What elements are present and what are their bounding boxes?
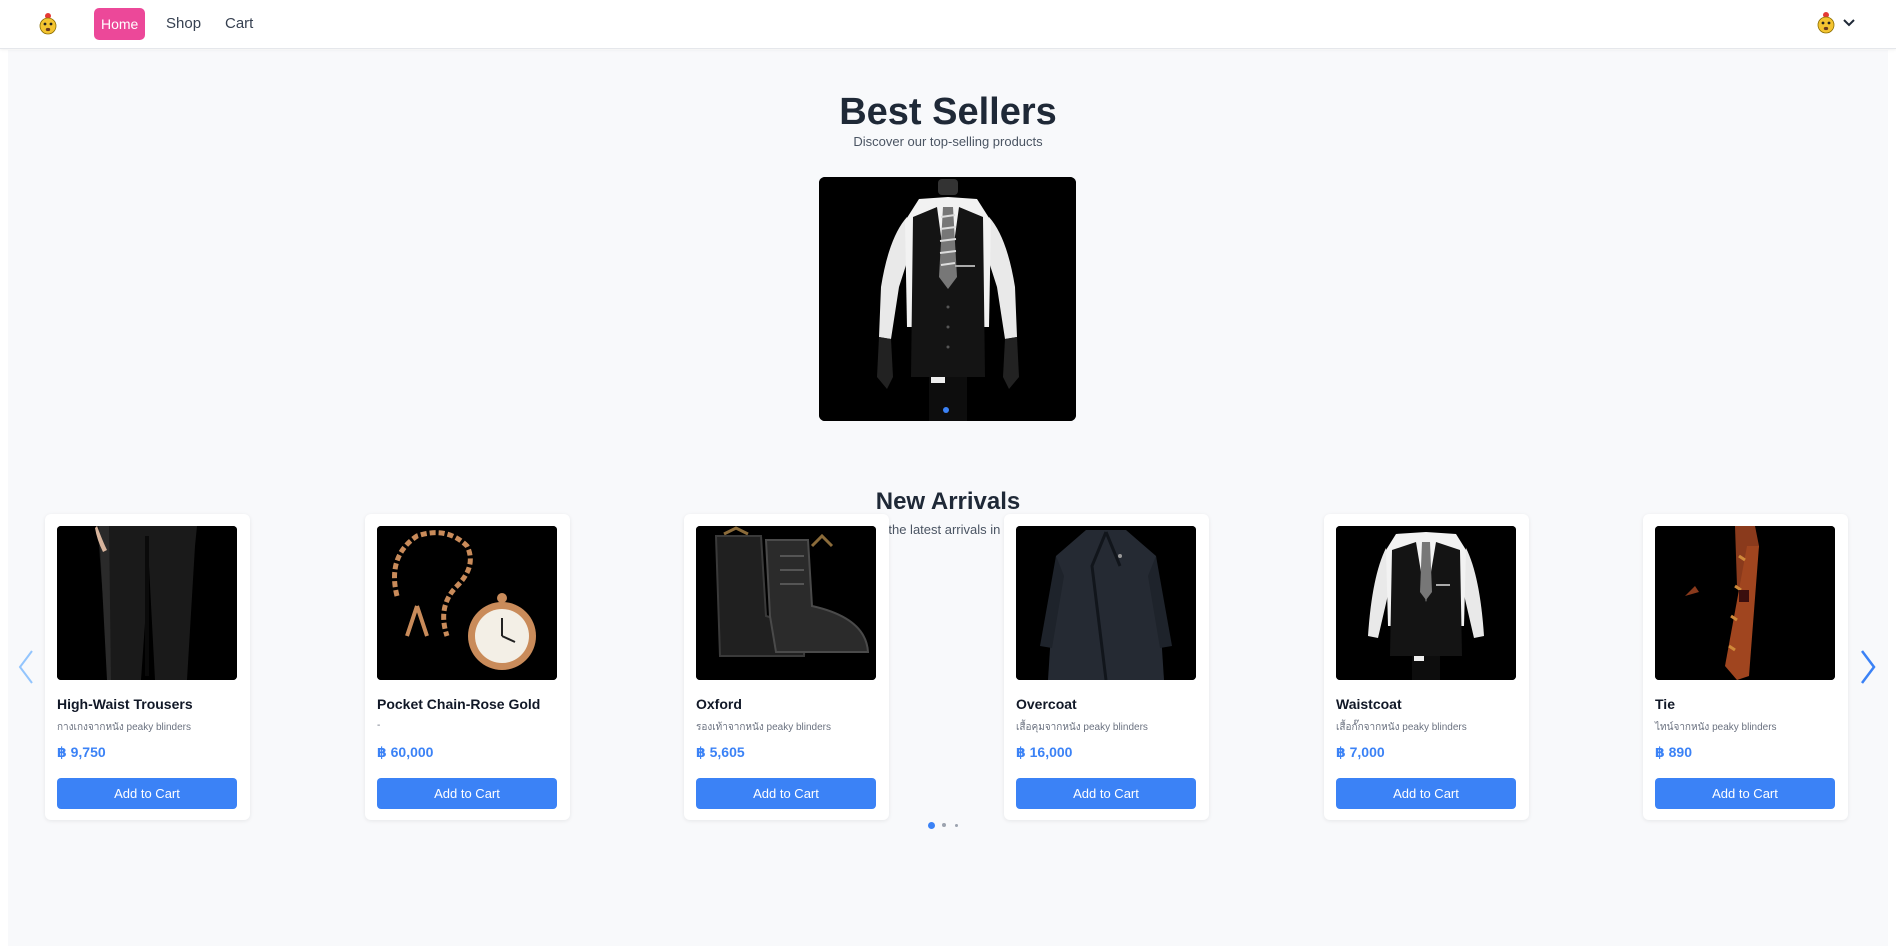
product-name: Waistcoat xyxy=(1336,696,1402,712)
product-card: High-Waist Trousers กางเกงจากหนัง peaky … xyxy=(45,514,250,820)
product-name: High-Waist Trousers xyxy=(57,696,193,712)
product-price: ฿ 9,750 xyxy=(57,744,106,760)
product-card: Waistcoat เสื้อกั๊กจากหนัง peaky blinder… xyxy=(1324,514,1529,820)
product-card: Pocket Chain-Rose Gold - ฿ 60,000 Add to… xyxy=(365,514,570,820)
product-description: - xyxy=(377,720,381,731)
product-card: Oxford รองเท้าจากหนัง peaky blinders ฿ 5… xyxy=(684,514,889,820)
product-image-trousers xyxy=(57,526,237,680)
best-sellers-subtitle: Discover our top-selling products xyxy=(853,134,1043,149)
nav-home-link[interactable]: Home xyxy=(94,8,146,40)
product-description: ไทน์จากหนัง peaky blinders xyxy=(1655,722,1777,733)
product-price: ฿ 60,000 xyxy=(377,744,434,760)
best-sellers-title: Best Sellers xyxy=(839,91,1057,133)
product-card: Tie ไทน์จากหนัง peaky blinders ฿ 890 Add… xyxy=(1643,514,1848,820)
carousel-page-dot[interactable] xyxy=(955,824,958,827)
nav-cart-link[interactable]: Cart xyxy=(219,8,259,40)
product-image-overcoat xyxy=(1016,526,1196,680)
avatar-icon xyxy=(1816,10,1836,34)
product-price: ฿ 5,605 xyxy=(696,744,745,760)
product-image-waistcoat xyxy=(1336,526,1516,680)
hero-slide-dot[interactable] xyxy=(943,407,949,413)
add-to-cart-button[interactable]: Add to Cart xyxy=(1655,778,1835,809)
user-menu[interactable] xyxy=(1816,10,1862,36)
carousel-page-dot[interactable] xyxy=(942,823,946,827)
product-image-pocket-watch xyxy=(377,526,557,680)
add-to-cart-button[interactable]: Add to Cart xyxy=(1016,778,1196,809)
product-name: Overcoat xyxy=(1016,696,1077,712)
product-description: รองเท้าจากหนัง peaky blinders xyxy=(696,722,831,733)
add-to-cart-button[interactable]: Add to Cart xyxy=(696,778,876,809)
chevron-down-icon xyxy=(1842,16,1856,28)
carousel-prev-arrow-icon[interactable] xyxy=(14,647,38,687)
product-description: เสื้อคุมจากหนัง peaky blinders xyxy=(1016,722,1148,733)
navbar: Home Shop Cart xyxy=(0,0,1896,49)
logo-icon[interactable] xyxy=(38,11,58,35)
best-seller-slide[interactable] xyxy=(819,177,1076,421)
product-description: เสื้อกั๊กจากหนัง peaky blinders xyxy=(1336,722,1467,733)
carousel-page-dot[interactable] xyxy=(928,822,935,829)
add-to-cart-button[interactable]: Add to Cart xyxy=(57,778,237,809)
product-image-boots xyxy=(696,526,876,680)
product-description: กางเกงจากหนัง peaky blinders xyxy=(57,722,192,733)
add-to-cart-button[interactable]: Add to Cart xyxy=(377,778,557,809)
product-name: Tie xyxy=(1655,696,1675,712)
main-content: Best Sellers Discover our top-selling pr… xyxy=(8,50,1888,946)
product-name: Oxford xyxy=(696,696,742,712)
carousel-next-arrow-icon[interactable] xyxy=(1856,647,1880,687)
product-price: ฿ 7,000 xyxy=(1336,744,1385,760)
product-card: Overcoat เสื้อคุมจากหนัง peaky blinders … xyxy=(1004,514,1209,820)
product-price: ฿ 890 xyxy=(1655,744,1692,760)
product-price: ฿ 16,000 xyxy=(1016,744,1073,760)
add-to-cart-button[interactable]: Add to Cart xyxy=(1336,778,1516,809)
nav-shop-link[interactable]: Shop xyxy=(160,8,207,40)
product-image-tie xyxy=(1655,526,1835,680)
product-name: Pocket Chain-Rose Gold xyxy=(377,696,541,712)
new-arrivals-title: New Arrivals xyxy=(875,488,1021,515)
waistcoat-mannequin-image xyxy=(819,177,1076,421)
new-arrivals-subtitle: Explore the latest arrivals in our store xyxy=(840,522,1056,537)
